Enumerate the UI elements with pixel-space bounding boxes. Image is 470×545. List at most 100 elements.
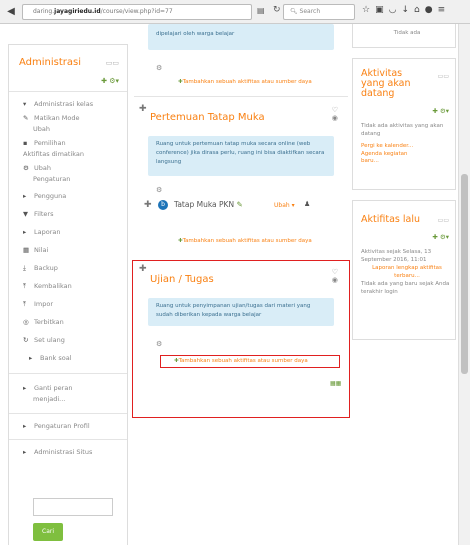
block-title-line: datang — [361, 88, 395, 99]
calendar-block-bottom: Tidak ada — [352, 24, 456, 48]
caret-right-icon: ▸ — [23, 448, 27, 456]
nothing-new-text: Tidak ada yang baru sejak Anda terakhir … — [361, 281, 450, 295]
menu-item-label: Nilai — [34, 246, 49, 254]
add-activity-label: Tambahkan sebuah aktifitas atau sumber d… — [182, 238, 312, 244]
menu-item-turn-editing-off[interactable]: ✎ Matikan Mode — [23, 113, 79, 124]
bullet-icon: ▪ — [23, 139, 28, 147]
address-bar[interactable]: daring.jayagiriedu.id/course/view.php?id… — [22, 4, 252, 20]
highlight-box-add-link — [160, 355, 340, 368]
caret-right-icon: ▸ — [23, 422, 27, 430]
menu-item-reports[interactable]: ▸ Laporan — [23, 227, 60, 238]
menu-item-restore[interactable]: ⤒ Kembalikan — [23, 281, 72, 292]
highlight-box-section — [132, 260, 350, 418]
edit-title-icon[interactable]: ✎ — [236, 200, 242, 209]
menu-item-label-cont[interactable]: Ubah — [33, 124, 50, 135]
menu-item-label: Pengaturan Profil — [34, 422, 90, 430]
menu-item-label-cont[interactable]: Aktifitas dimatikan — [23, 149, 84, 160]
menu-item-switch-role[interactable]: ▸ Ganti peran — [23, 383, 72, 394]
menu-item-publish[interactable]: ◎ Terbitkan — [23, 317, 64, 328]
dock-icon[interactable]: ▭▭ — [438, 73, 449, 80]
menu-item-label: Laporan — [34, 228, 61, 236]
menu-item-edit-settings[interactable]: ⚙ Ubah — [23, 163, 51, 174]
no-upcoming-text: Tidak ada aktivitas yang akan datang — [361, 123, 444, 137]
url-prefix: daring. — [33, 8, 55, 15]
menu-item-backup[interactable]: ⤓ Backup — [23, 263, 58, 274]
link-line: baru... — [361, 158, 379, 164]
link-line: Pergi ke kalender... — [361, 143, 414, 149]
menu-item-label: Filters — [34, 210, 54, 218]
menu-item-grades[interactable]: ▦ Nilai — [23, 245, 48, 256]
section-divider — [134, 96, 348, 97]
divider — [9, 439, 127, 440]
right-sidebar: Tidak ada Aktivitas yang akan datang ▭▭ … — [352, 24, 456, 545]
menu-item-filters[interactable]: ▼ Filters — [23, 209, 53, 220]
activity-name[interactable]: Tatap Muka PKN ✎ — [174, 200, 243, 210]
menu-item-label: Terbitkan — [34, 318, 64, 326]
vertical-scrollbar[interactable] — [458, 24, 470, 545]
home-icon[interactable]: ⌂ — [414, 5, 425, 15]
dock-icon[interactable]: ▭▭ — [438, 217, 449, 224]
reload-icon[interactable]: ↻ — [273, 5, 281, 15]
import-icon: ⤒ — [23, 300, 26, 308]
menu-item-profile-settings[interactable]: ▸ Pengaturan Profil — [23, 421, 90, 432]
browser-search-input[interactable]: 🔍︎ Search — [283, 4, 355, 20]
block-title: Aktivitas yang akan datang — [361, 69, 411, 99]
upcoming-events-block: Aktivitas yang akan datang ▭▭ ✚ ⚙▾ Tidak… — [352, 58, 456, 190]
caret-down-icon: ▾ — [23, 100, 27, 108]
menu-item-reset[interactable]: ↻ Set ulang — [23, 335, 65, 346]
browser-toolbar: ◀ daring.jayagiriedu.id/course/view.php?… — [0, 0, 470, 24]
menu-item-users[interactable]: ▸ Pengguna — [23, 191, 66, 202]
pencil-icon: ✎ — [23, 114, 29, 122]
menu-item-site-admin[interactable]: ▸ Administrasi Situs — [23, 447, 92, 458]
url-path: /course/view.php?id=77 — [100, 8, 173, 15]
go-to-calendar-link[interactable]: Pergi ke kalender... Agenda kegiatan bar… — [361, 143, 453, 166]
role-person-icon[interactable]: ♟ — [304, 200, 310, 208]
block-settings-gear-icon[interactable]: ✚ ⚙▾ — [432, 107, 449, 115]
section-summary: dipelajari oleh warga belajar — [148, 24, 334, 50]
grades-icon: ▦ — [23, 246, 30, 254]
block-settings-gear-icon[interactable]: ✚ ⚙▾ — [432, 233, 449, 241]
search-placeholder: Search — [299, 8, 321, 15]
reset-icon: ↻ — [23, 336, 29, 344]
move-activity-icon[interactable]: ✚ — [144, 200, 152, 210]
divider — [9, 413, 127, 414]
download-icon[interactable]: ↓ — [401, 5, 414, 15]
menu-item-question-bank[interactable]: ▸ Bank soal — [23, 353, 72, 364]
menu-item-activity-chooser[interactable]: ▪ Pemilihan — [23, 138, 66, 149]
menu-item-label: Administrasi Situs — [34, 448, 93, 456]
gear-icon[interactable]: ⚙ — [156, 186, 162, 194]
page-content: Administrasi ▭▭ ✚ ⚙▾ ▾ Administrasi kelas… — [0, 24, 458, 545]
bookmark-star-icon[interactable]: ☆ — [362, 5, 375, 15]
menu-icon[interactable]: ≡ — [438, 5, 451, 15]
extension-icon[interactable]: ● — [425, 5, 438, 15]
admin-search-input[interactable] — [33, 498, 113, 516]
pocket-icon[interactable]: ◡ — [389, 5, 402, 15]
add-activity-label: Tambahkan sebuah aktifitas atau sumber d… — [182, 79, 312, 85]
menu-item-label-cont[interactable]: menjadi... — [33, 394, 65, 405]
search-button[interactable]: Cari — [33, 523, 63, 541]
caret-right-icon: ▸ — [23, 384, 27, 392]
gear-icon[interactable]: ⚙ — [156, 64, 162, 72]
add-activity-link[interactable]: ✚Tambahkan sebuah aktifitas atau sumber … — [178, 238, 312, 244]
section-visibility-icon[interactable]: ♡ ◉ — [332, 106, 338, 122]
block-title: Administrasi — [19, 57, 82, 68]
move-section-icon[interactable]: ✚ — [139, 104, 147, 114]
dock-icon[interactable]: ▭▭ — [106, 59, 119, 67]
menu-item-course-admin[interactable]: ▾ Administrasi kelas — [23, 99, 93, 110]
summary-text: dipelajari oleh warga belajar — [156, 31, 235, 37]
menu-item-import[interactable]: ⤒ Impor — [23, 299, 53, 310]
publish-icon: ◎ — [23, 318, 29, 326]
collapse-icon[interactable]: ▦▦ — [330, 380, 341, 387]
menu-item-label: Matikan Mode — [34, 114, 80, 122]
back-arrow-icon[interactable]: ◀ — [4, 5, 18, 19]
add-activity-link[interactable]: ✚Tambahkan sebuah aktifitas atau sumber … — [178, 79, 312, 85]
full-report-link[interactable]: Laporan lengkap aktifitas terbaru... — [361, 265, 453, 280]
reading-list-icon[interactable]: ▣ — [375, 5, 389, 15]
menu-item-label: Pengguna — [34, 192, 67, 200]
activity-edit-menu[interactable]: Ubah ▾ — [274, 202, 295, 209]
menu-item-label-cont[interactable]: Pengaturan — [33, 174, 70, 185]
scrollbar-thumb[interactable] — [461, 174, 468, 374]
menu-item-label: Backup — [34, 264, 58, 272]
reader-view-icon[interactable]: ▤ — [257, 6, 265, 15]
block-settings-gear-icon[interactable]: ✚ ⚙▾ — [101, 77, 119, 85]
